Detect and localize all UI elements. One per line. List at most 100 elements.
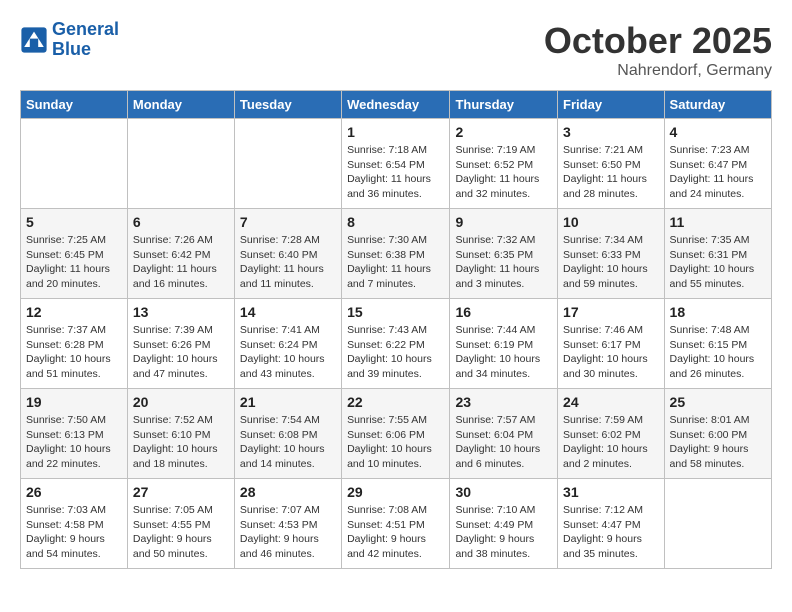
day-number: 22 <box>347 394 444 410</box>
calendar-cell: 26 Sunrise: 7:03 AM Sunset: 4:58 PM Dayli… <box>21 479 128 569</box>
calendar-cell: 21 Sunrise: 7:54 AM Sunset: 6:08 PM Dayli… <box>234 389 341 479</box>
logo-general: General <box>52 19 119 39</box>
calendar-cell: 7 Sunrise: 7:28 AM Sunset: 6:40 PM Daylig… <box>234 209 341 299</box>
day-info: Sunrise: 7:08 AM Sunset: 4:51 PM Dayligh… <box>347 503 444 562</box>
calendar-header-row: Sunday Monday Tuesday Wednesday Thursday… <box>21 91 772 119</box>
calendar-week-4: 19 Sunrise: 7:50 AM Sunset: 6:13 PM Dayli… <box>21 389 772 479</box>
day-number: 13 <box>133 304 229 320</box>
calendar-cell <box>664 479 771 569</box>
month-title: October 2025 <box>544 20 772 62</box>
day-info: Sunrise: 7:21 AM Sunset: 6:50 PM Dayligh… <box>563 143 659 202</box>
day-info: Sunrise: 7:32 AM Sunset: 6:35 PM Dayligh… <box>455 233 552 292</box>
calendar-cell: 16 Sunrise: 7:44 AM Sunset: 6:19 PM Dayli… <box>450 299 558 389</box>
day-info: Sunrise: 7:30 AM Sunset: 6:38 PM Dayligh… <box>347 233 444 292</box>
calendar-cell: 31 Sunrise: 7:12 AM Sunset: 4:47 PM Dayli… <box>558 479 665 569</box>
calendar-cell: 18 Sunrise: 7:48 AM Sunset: 6:15 PM Dayli… <box>664 299 771 389</box>
day-number: 12 <box>26 304 122 320</box>
day-number: 16 <box>455 304 552 320</box>
day-number: 20 <box>133 394 229 410</box>
calendar-cell: 6 Sunrise: 7:26 AM Sunset: 6:42 PM Daylig… <box>127 209 234 299</box>
day-info: Sunrise: 7:12 AM Sunset: 4:47 PM Dayligh… <box>563 503 659 562</box>
day-number: 26 <box>26 484 122 500</box>
calendar-cell: 4 Sunrise: 7:23 AM Sunset: 6:47 PM Daylig… <box>664 119 771 209</box>
calendar-cell: 2Sunrise: 7:19 AM Sunset: 6:52 PM Daylig… <box>450 119 558 209</box>
day-info: Sunrise: 7:34 AM Sunset: 6:33 PM Dayligh… <box>563 233 659 292</box>
day-number: 14 <box>240 304 336 320</box>
day-info: Sunrise: 7:46 AM Sunset: 6:17 PM Dayligh… <box>563 323 659 382</box>
calendar-cell: 15 Sunrise: 7:43 AM Sunset: 6:22 PM Dayli… <box>342 299 450 389</box>
day-info: Sunrise: 7:57 AM Sunset: 6:04 PM Dayligh… <box>455 413 552 472</box>
day-info: Sunrise: 7:37 AM Sunset: 6:28 PM Dayligh… <box>26 323 122 382</box>
calendar-cell: 24 Sunrise: 7:59 AM Sunset: 6:02 PM Dayli… <box>558 389 665 479</box>
day-number: 7 <box>240 214 336 230</box>
logo-blue: Blue <box>52 40 119 60</box>
day-info: Sunrise: 7:54 AM Sunset: 6:08 PM Dayligh… <box>240 413 336 472</box>
day-number: 10 <box>563 214 659 230</box>
header-wednesday: Wednesday <box>342 91 450 119</box>
header-saturday: Saturday <box>664 91 771 119</box>
header-sunday: Sunday <box>21 91 128 119</box>
day-info: Sunrise: 8:01 AM Sunset: 6:00 PM Dayligh… <box>670 413 766 472</box>
day-info: Sunrise: 7:44 AM Sunset: 6:19 PM Dayligh… <box>455 323 552 382</box>
calendar-week-3: 12 Sunrise: 7:37 AM Sunset: 6:28 PM Dayli… <box>21 299 772 389</box>
calendar-table: Sunday Monday Tuesday Wednesday Thursday… <box>20 90 772 569</box>
day-info: Sunrise: 7:59 AM Sunset: 6:02 PM Dayligh… <box>563 413 659 472</box>
title-block: October 2025 Nahrendorf, Germany <box>544 20 772 80</box>
day-number: 29 <box>347 484 444 500</box>
day-number: 3 <box>563 124 659 140</box>
day-info: Sunrise: 7:23 AM Sunset: 6:47 PM Dayligh… <box>670 143 766 202</box>
calendar-cell: 29 Sunrise: 7:08 AM Sunset: 4:51 PM Dayli… <box>342 479 450 569</box>
day-number: 19 <box>26 394 122 410</box>
day-number: 21 <box>240 394 336 410</box>
day-number: 28 <box>240 484 336 500</box>
calendar-cell: 14Sunrise: 7:41 AM Sunset: 6:24 PM Dayli… <box>234 299 341 389</box>
day-number: 24 <box>563 394 659 410</box>
day-number: 31 <box>563 484 659 500</box>
day-info: Sunrise: 7:26 AM Sunset: 6:42 PM Dayligh… <box>133 233 229 292</box>
day-number: 9 <box>455 214 552 230</box>
day-info: Sunrise: 7:10 AM Sunset: 4:49 PM Dayligh… <box>455 503 552 562</box>
calendar-cell: 25 Sunrise: 8:01 AM Sunset: 6:00 PM Dayli… <box>664 389 771 479</box>
day-info: Sunrise: 7:05 AM Sunset: 4:55 PM Dayligh… <box>133 503 229 562</box>
calendar-cell: 27 Sunrise: 7:05 AM Sunset: 4:55 PM Dayli… <box>127 479 234 569</box>
day-info: Sunrise: 7:28 AM Sunset: 6:40 PM Dayligh… <box>240 233 336 292</box>
day-number: 1 <box>347 124 444 140</box>
day-number: 18 <box>670 304 766 320</box>
day-number: 17 <box>563 304 659 320</box>
location: Nahrendorf, Germany <box>544 62 772 80</box>
day-number: 6 <box>133 214 229 230</box>
day-number: 11 <box>670 214 766 230</box>
day-info: Sunrise: 7:48 AM Sunset: 6:15 PM Dayligh… <box>670 323 766 382</box>
calendar-week-1: 1 Sunrise: 7:18 AM Sunset: 6:54 PM Daylig… <box>21 119 772 209</box>
header-tuesday: Tuesday <box>234 91 341 119</box>
day-info: Sunrise: 7:03 AM Sunset: 4:58 PM Dayligh… <box>26 503 122 562</box>
day-info: Sunrise: 7:39 AM Sunset: 6:26 PM Dayligh… <box>133 323 229 382</box>
day-info: Sunrise: 7:18 AM Sunset: 6:54 PM Dayligh… <box>347 143 444 202</box>
calendar-cell: 23 Sunrise: 7:57 AM Sunset: 6:04 PM Dayli… <box>450 389 558 479</box>
calendar-cell: 20Sunrise: 7:52 AM Sunset: 6:10 PM Dayli… <box>127 389 234 479</box>
day-info: Sunrise: 7:35 AM Sunset: 6:31 PM Dayligh… <box>670 233 766 292</box>
day-info: Sunrise: 7:25 AM Sunset: 6:45 PM Dayligh… <box>26 233 122 292</box>
calendar-cell <box>21 119 128 209</box>
day-info: Sunrise: 7:50 AM Sunset: 6:13 PM Dayligh… <box>26 413 122 472</box>
day-number: 23 <box>455 394 552 410</box>
day-number: 8 <box>347 214 444 230</box>
calendar-cell: 12 Sunrise: 7:37 AM Sunset: 6:28 PM Dayli… <box>21 299 128 389</box>
day-number: 25 <box>670 394 766 410</box>
day-number: 27 <box>133 484 229 500</box>
day-info: Sunrise: 7:43 AM Sunset: 6:22 PM Dayligh… <box>347 323 444 382</box>
calendar-cell: 19 Sunrise: 7:50 AM Sunset: 6:13 PM Dayli… <box>21 389 128 479</box>
calendar-cell: 11 Sunrise: 7:35 AM Sunset: 6:31 PM Dayli… <box>664 209 771 299</box>
calendar-body: 1 Sunrise: 7:18 AM Sunset: 6:54 PM Daylig… <box>21 119 772 569</box>
logo-icon <box>20 26 48 54</box>
calendar-week-5: 26 Sunrise: 7:03 AM Sunset: 4:58 PM Dayli… <box>21 479 772 569</box>
day-number: 15 <box>347 304 444 320</box>
calendar-cell: 9 Sunrise: 7:32 AM Sunset: 6:35 PM Daylig… <box>450 209 558 299</box>
calendar-cell: 17 Sunrise: 7:46 AM Sunset: 6:17 PM Dayli… <box>558 299 665 389</box>
calendar-cell: 28Sunrise: 7:07 AM Sunset: 4:53 PM Dayli… <box>234 479 341 569</box>
day-number: 4 <box>670 124 766 140</box>
calendar-cell: 22Sunrise: 7:55 AM Sunset: 6:06 PM Dayli… <box>342 389 450 479</box>
day-info: Sunrise: 7:19 AM Sunset: 6:52 PM Dayligh… <box>455 143 552 202</box>
calendar-cell: 8 Sunrise: 7:30 AM Sunset: 6:38 PM Daylig… <box>342 209 450 299</box>
calendar-cell <box>127 119 234 209</box>
